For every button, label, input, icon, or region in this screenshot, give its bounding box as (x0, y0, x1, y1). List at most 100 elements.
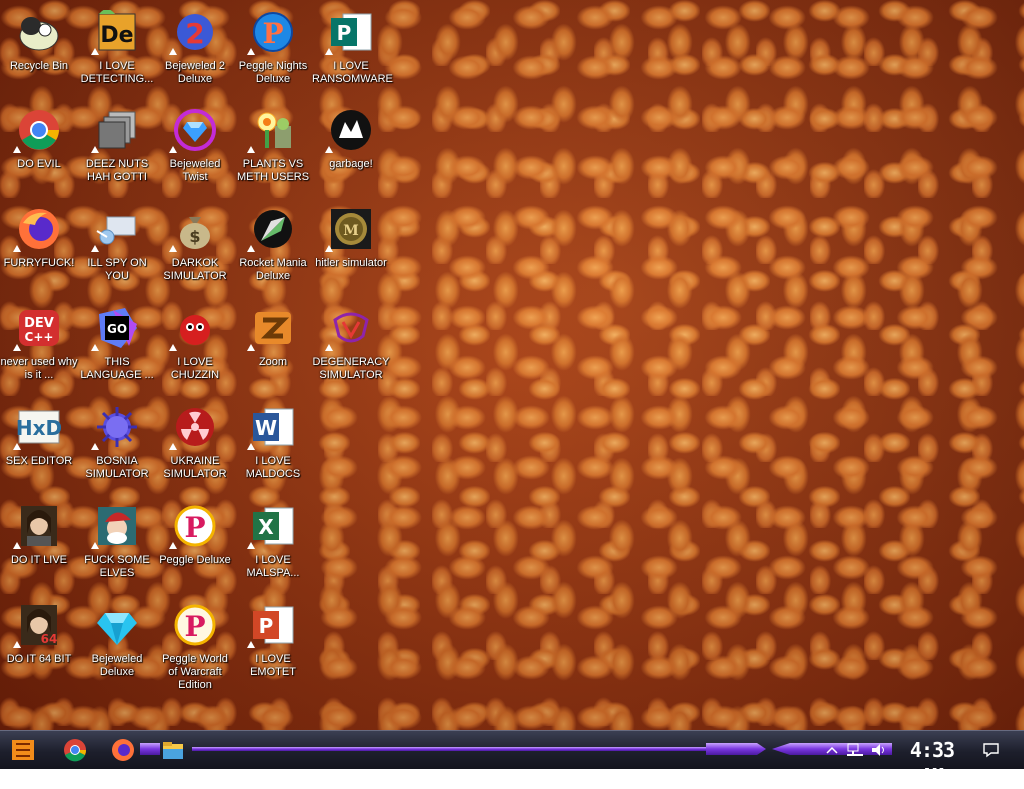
svg-text:P: P (184, 511, 205, 544)
desktop-icon-plants-vs-meth-users[interactable]: PLANTS VS METH USERS (234, 104, 312, 196)
desktop-icon-bosnia-simulator[interactable]: BOSNIA SIMULATOR (78, 401, 156, 493)
portrait-64-icon: 64 (17, 603, 61, 647)
plants-vs-zombies-icon (251, 108, 295, 152)
volume-icon[interactable] (868, 735, 890, 765)
svg-text:P: P (262, 17, 283, 50)
peggle-wow-icon: P (173, 603, 217, 647)
shortcut-arrow-icon (13, 443, 21, 450)
desktop-icon-i-love-maldocs[interactable]: W I LOVE MALDOCS (234, 401, 312, 493)
desktop-icon-do-it-live[interactable]: DO IT LIVE (0, 500, 78, 592)
shortcut-arrow-icon (169, 48, 177, 55)
peggle-icon: P (173, 504, 217, 548)
shortcut-arrow-icon (325, 146, 333, 153)
desktop-icon-bejeweled-deluxe[interactable]: Bejeweled Deluxe (78, 599, 156, 691)
desktop-icon-hitler-simulator[interactable]: M hitler simulator (312, 203, 390, 295)
shortcut-arrow-icon (169, 443, 177, 450)
santa-game-icon (95, 504, 139, 548)
desktop-icon-i-love-emotet[interactable]: P I LOVE EMOTET (234, 599, 312, 691)
desktop-icon-deez-nuts[interactable]: DEEZ NUTS HAH GOTTI (78, 104, 156, 196)
desktop-icon-ill-spy-on-you[interactable]: ILL SPY ON YOU (78, 203, 156, 295)
svg-text:64: 64 (41, 632, 58, 646)
desktop-icon-ukraine-simulator[interactable]: UKRAINE SIMULATOR (156, 401, 234, 493)
desktop-icon-this-language[interactable]: GO THIS LANGUAGE ... (78, 302, 156, 394)
shortcut-arrow-icon (325, 245, 333, 252)
desktop-icon-recycle-bin[interactable]: Recycle Bin (0, 6, 78, 98)
shortcut-arrow-icon (247, 48, 255, 55)
desktop-icon-peggle-nights-deluxe[interactable]: P Peggle Nights Deluxe (234, 6, 312, 98)
desktop-icon-bejeweled-twist[interactable]: Bejeweled Twist (156, 104, 234, 196)
firefox-icon (112, 739, 134, 761)
system-clock[interactable]: 4:33 AM (900, 737, 964, 788)
shortcut-arrow-icon (91, 245, 99, 252)
network-icon[interactable] (844, 735, 866, 765)
notification-icon[interactable] (978, 735, 1004, 765)
desktop-icon-sex-editor[interactable]: HxD SEX EDITOR (0, 401, 78, 493)
shortcut-arrow-icon (325, 48, 333, 55)
icon-label: PLANTS VS METH USERS (236, 158, 310, 183)
desktop-icon-fuck-some-elves[interactable]: FUCK SOME ELVES (78, 500, 156, 592)
desktop-icon-i-love-detecting[interactable]: De I LOVE DETECTING... (78, 6, 156, 98)
overflow-chevron-icon[interactable] (824, 735, 840, 765)
shortcut-arrow-icon (13, 641, 21, 648)
svg-text:P: P (259, 614, 274, 638)
desktop-icon-furryfuck[interactable]: FURRYFUCK! (0, 203, 78, 295)
shortcut-arrow-icon (247, 146, 255, 153)
desktop-icon-i-love-chuzzin[interactable]: I LOVE CHUZZIN (156, 302, 234, 394)
desktop-icon-rocket-mania-deluxe[interactable]: Rocket Mania Deluxe (234, 203, 312, 295)
taskbar-chrome[interactable] (58, 735, 92, 765)
svg-text:C++: C++ (25, 330, 54, 344)
vrchat-icon (329, 306, 373, 350)
desktop-icon-i-love-malspam[interactable]: X I LOVE MALSPA... (234, 500, 312, 592)
svg-text:2: 2 (185, 17, 204, 50)
desktop-icon-peggle-wow[interactable]: P Peggle World of Warcraft Edition (156, 599, 234, 691)
svg-text:GO: GO (107, 322, 127, 336)
taskbar-file-explorer[interactable] (156, 735, 190, 765)
svg-text:P: P (184, 610, 205, 643)
powerpoint-icon: P (251, 603, 295, 647)
icon-label: Peggle Deluxe (159, 554, 231, 566)
taskbar-firefox[interactable] (106, 735, 140, 765)
shortcut-arrow-icon (247, 542, 255, 549)
rocket-icon (251, 207, 295, 251)
taskbar-accent-arrow (706, 743, 766, 755)
start-button[interactable] (6, 735, 40, 765)
hxd-icon: HxD (17, 405, 61, 449)
desktop-icon-peggle-deluxe[interactable]: P Peggle Deluxe (156, 500, 234, 592)
desktop-icon-i-love-ransomware[interactable]: P I LOVE RANSOMWARE (312, 6, 393, 98)
icon-label: Bejeweled 2 Deluxe (165, 60, 225, 85)
icon-label: Bejeweled Twist (169, 158, 221, 183)
svg-text:De: De (100, 23, 133, 48)
chrome-icon (64, 739, 87, 762)
bejeweled-twist-icon (173, 108, 217, 152)
shortcut-arrow-icon (247, 344, 255, 351)
icon-label: Zoom (258, 356, 288, 368)
goland-icon: GO (95, 306, 139, 350)
detect-it-easy-icon: De (95, 10, 139, 54)
taskbar: 4:33 AM (0, 730, 1024, 788)
icon-label: DEEZ NUTS HAH GOTTI (85, 158, 149, 183)
icon-label: I LOVE DETECTING... (80, 60, 154, 85)
start-logo-icon (12, 740, 34, 760)
desktop-icon-garbage[interactable]: garbage! (312, 104, 390, 196)
desktop-icon-bejeweled-2-deluxe[interactable]: 2 Bejeweled 2 Deluxe (156, 6, 234, 98)
spiked-ball-icon (95, 405, 139, 449)
chrome-icon (17, 108, 61, 152)
icon-label: Peggle Nights Deluxe (238, 60, 308, 85)
desktop-icon-degeneracy-simulator[interactable]: DEGENERACY SIMULATOR (312, 302, 390, 394)
desktop-icon-darkok-simulator[interactable]: $ DARKOK SIMULATOR (156, 203, 234, 295)
shortcut-arrow-icon (247, 245, 255, 252)
svg-text:P: P (337, 21, 352, 45)
desktop-icon-zoom[interactable]: Zoom (234, 302, 312, 394)
svg-text:HxD: HxD (17, 416, 61, 440)
desktop-icon-devcpp[interactable]: DEV C++ never used why is it ... (0, 302, 78, 394)
icon-label: DARKOK SIMULATOR (163, 257, 227, 282)
taskbar-divider-line (192, 747, 756, 751)
peggle-nights-icon: P (251, 10, 295, 54)
paradox-icon (329, 108, 373, 152)
desktop-icon-do-it-64-bit[interactable]: 64 DO IT 64 BIT (0, 599, 78, 691)
firefox-icon (17, 207, 61, 251)
radiation-icon (173, 405, 217, 449)
desktop-icon-do-evil[interactable]: DO EVIL (0, 104, 78, 196)
recycle-bin-icon (17, 10, 61, 54)
shortcut-arrow-icon (169, 542, 177, 549)
